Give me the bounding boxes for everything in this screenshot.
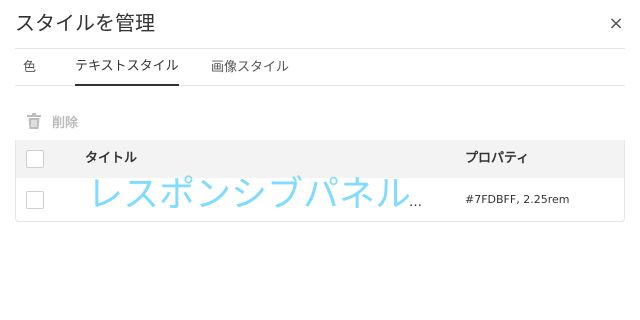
style-title-preview: レスポンシブパネル bbox=[87, 175, 412, 215]
truncation-ellipsis: … bbox=[409, 195, 422, 210]
dialog-header: スタイルを管理 × bbox=[0, 0, 640, 48]
table-row[interactable]: レスポンシブパネル … #7FDBFF, 2.25rem bbox=[16, 175, 624, 221]
style-properties: #7FDBFF, 2.25rem bbox=[465, 193, 570, 206]
tab-text-styles[interactable]: テキストスタイル bbox=[75, 49, 179, 86]
table-header: タイトル プロパティ bbox=[16, 140, 624, 178]
styles-table: タイトル プロパティ レスポンシブパネル … #7FDBFF, 2.25rem bbox=[15, 140, 625, 222]
style-tabs: 色 テキストスタイル 画像スタイル bbox=[15, 49, 625, 86]
close-icon[interactable]: × bbox=[608, 15, 624, 33]
delete-button[interactable]: 削除 bbox=[26, 111, 78, 131]
manage-styles-dialog: スタイルを管理 × 色 テキストスタイル 画像スタイル 削除 タイトル プロパテ… bbox=[0, 0, 640, 320]
trash-icon bbox=[27, 113, 41, 129]
row-checkbox[interactable] bbox=[26, 191, 44, 209]
column-header-title: タイトル bbox=[85, 151, 138, 166]
select-all-checkbox[interactable] bbox=[26, 150, 44, 168]
dialog-title: スタイルを管理 bbox=[15, 11, 155, 35]
column-header-properties: プロパティ bbox=[465, 151, 530, 166]
tab-image-styles[interactable]: 画像スタイル bbox=[211, 49, 289, 86]
delete-label: 削除 bbox=[52, 115, 79, 131]
tab-color[interactable]: 色 bbox=[23, 49, 36, 86]
